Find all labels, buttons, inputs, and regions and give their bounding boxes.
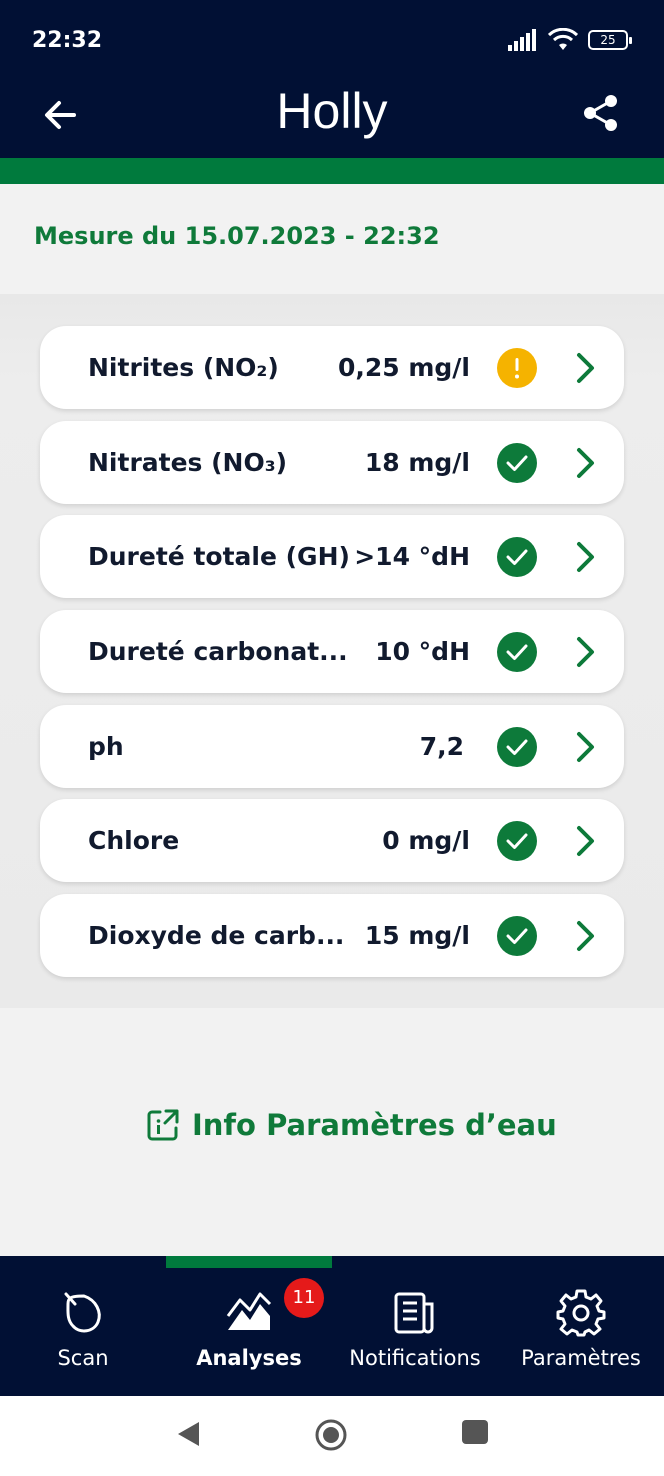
parameter-value: 15 mg/l xyxy=(364,921,470,950)
share-icon[interactable] xyxy=(578,90,624,136)
header-accent-bar xyxy=(0,158,664,184)
parameter-name: Dureté totale (GH) xyxy=(88,542,350,571)
chevron-right-icon[interactable] xyxy=(570,919,600,953)
nav-parametres[interactable]: Paramètres xyxy=(498,1256,664,1396)
nav-analyses[interactable]: Analyses xyxy=(166,1256,332,1396)
parameter-name: Dureté carbonat... xyxy=(88,637,348,666)
parameter-list: Nitrites (NO₂) 0,25 mg/l Nitrates (NO₃) … xyxy=(0,294,664,1008)
chevron-right-icon[interactable] xyxy=(570,730,600,764)
parameter-name: Nitrates (NO₃) xyxy=(88,448,288,477)
chevron-right-icon[interactable] xyxy=(570,540,600,574)
parameter-value: >14 °dH xyxy=(354,542,470,571)
page-title: Holly xyxy=(276,83,388,139)
nav-scan[interactable]: Scan xyxy=(0,1256,166,1396)
parameter-row-ph[interactable]: ph 7,2 xyxy=(40,705,624,788)
nav-label: Paramètres xyxy=(521,1346,641,1370)
gear-icon xyxy=(556,1289,606,1337)
parameter-row-chlore[interactable]: Chlore 0 mg/l xyxy=(40,799,624,882)
external-info-icon xyxy=(147,1109,179,1141)
nav-notifications[interactable]: Notifications xyxy=(332,1256,498,1396)
chevron-right-icon[interactable] xyxy=(570,824,600,858)
wifi-icon xyxy=(548,28,578,50)
warning-icon xyxy=(497,348,537,388)
signal-icon xyxy=(508,29,536,51)
parameter-name: Dioxyde de carb... xyxy=(88,921,345,950)
system-back-icon[interactable] xyxy=(175,1420,201,1448)
parameter-name: Nitrites (NO₂) xyxy=(88,353,279,382)
check-icon xyxy=(497,727,537,767)
nav-label: Notifications xyxy=(349,1346,481,1370)
parameter-row-kh[interactable]: Dureté carbonat... 10 °dH xyxy=(40,610,624,693)
info-section: Info Paramètres d’eau xyxy=(0,1008,664,1256)
battery-icon: 25 xyxy=(588,30,632,50)
parameter-value: 10 °dH xyxy=(375,637,470,666)
parameter-row-nitrates[interactable]: Nitrates (NO₃) 18 mg/l xyxy=(40,421,624,504)
check-icon xyxy=(497,916,537,956)
status-icons: 25 xyxy=(508,28,632,52)
notifications-doc-icon xyxy=(394,1292,434,1334)
check-icon xyxy=(497,821,537,861)
measurement-header: Mesure du 15.07.2023 - 22:32 xyxy=(0,184,664,294)
check-icon xyxy=(497,443,537,483)
parameter-value: 0 mg/l xyxy=(382,826,470,855)
system-nav-bar xyxy=(0,1396,664,1476)
parameter-value: 0,25 mg/l xyxy=(337,353,470,382)
parameter-name: Chlore xyxy=(88,826,180,855)
chevron-right-icon[interactable] xyxy=(570,446,600,480)
parameter-row-co2[interactable]: Dioxyde de carb... 15 mg/l xyxy=(40,894,624,977)
scan-drop-icon xyxy=(64,1292,101,1333)
app-header: Holly xyxy=(0,80,664,158)
notifications-badge: 11 xyxy=(284,1278,324,1318)
measurement-date: Mesure du 15.07.2023 - 22:32 xyxy=(34,222,440,250)
parameter-row-nitrites[interactable]: Nitrites (NO₂) 0,25 mg/l xyxy=(40,326,624,409)
nav-label: Analyses xyxy=(196,1346,302,1370)
bottom-nav: Scan Analyses Notifications 11 Paramètre… xyxy=(0,1256,664,1396)
info-link-label: Info Paramètres d’eau xyxy=(192,1108,557,1142)
system-recents-icon[interactable] xyxy=(462,1420,488,1444)
chevron-right-icon[interactable] xyxy=(570,635,600,669)
parameter-row-gh[interactable]: Dureté totale (GH) >14 °dH xyxy=(40,515,624,598)
check-icon xyxy=(497,632,537,672)
nav-label: Scan xyxy=(57,1346,109,1370)
water-parameters-info-link[interactable]: Info Paramètres d’eau xyxy=(146,1108,557,1142)
status-time: 22:32 xyxy=(32,28,103,53)
status-bar: 22:32 25 xyxy=(0,0,664,80)
parameter-value: 7,2 xyxy=(419,732,464,761)
parameter-value: 18 mg/l xyxy=(364,448,470,477)
check-icon xyxy=(497,537,537,577)
chart-mountain-icon xyxy=(226,1292,272,1330)
parameter-name: ph xyxy=(88,732,124,761)
chevron-right-icon[interactable] xyxy=(570,351,600,385)
system-home-icon[interactable] xyxy=(314,1418,348,1452)
